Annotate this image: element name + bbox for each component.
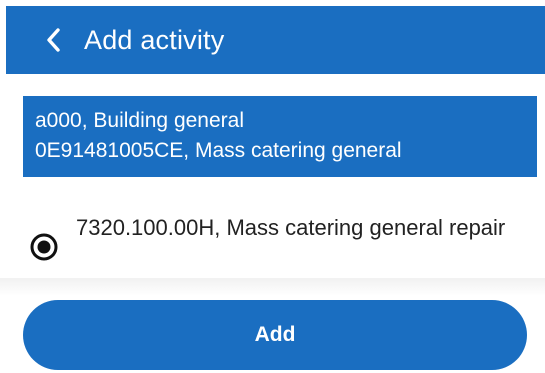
- radio-selected-icon[interactable]: [29, 232, 59, 262]
- selected-context-box: a000, Building general 0E91481005CE, Mas…: [23, 96, 537, 177]
- chevron-left-icon: [47, 28, 60, 52]
- context-line-catering: 0E91481005CE, Mass catering general: [35, 139, 402, 162]
- add-button[interactable]: Add: [23, 300, 527, 370]
- back-button[interactable]: [32, 18, 76, 62]
- activity-option[interactable]: 7320.100.00H, Mass catering general repa…: [23, 213, 537, 262]
- activity-option-label: 7320.100.00H, Mass catering general repa…: [76, 215, 506, 240]
- context-line-building: a000, Building general: [35, 109, 244, 132]
- page-title: Add activity: [84, 24, 225, 55]
- app-header: Add activity: [6, 6, 545, 74]
- add-activity-screen: Add activity a000, Building general 0E91…: [0, 0, 545, 373]
